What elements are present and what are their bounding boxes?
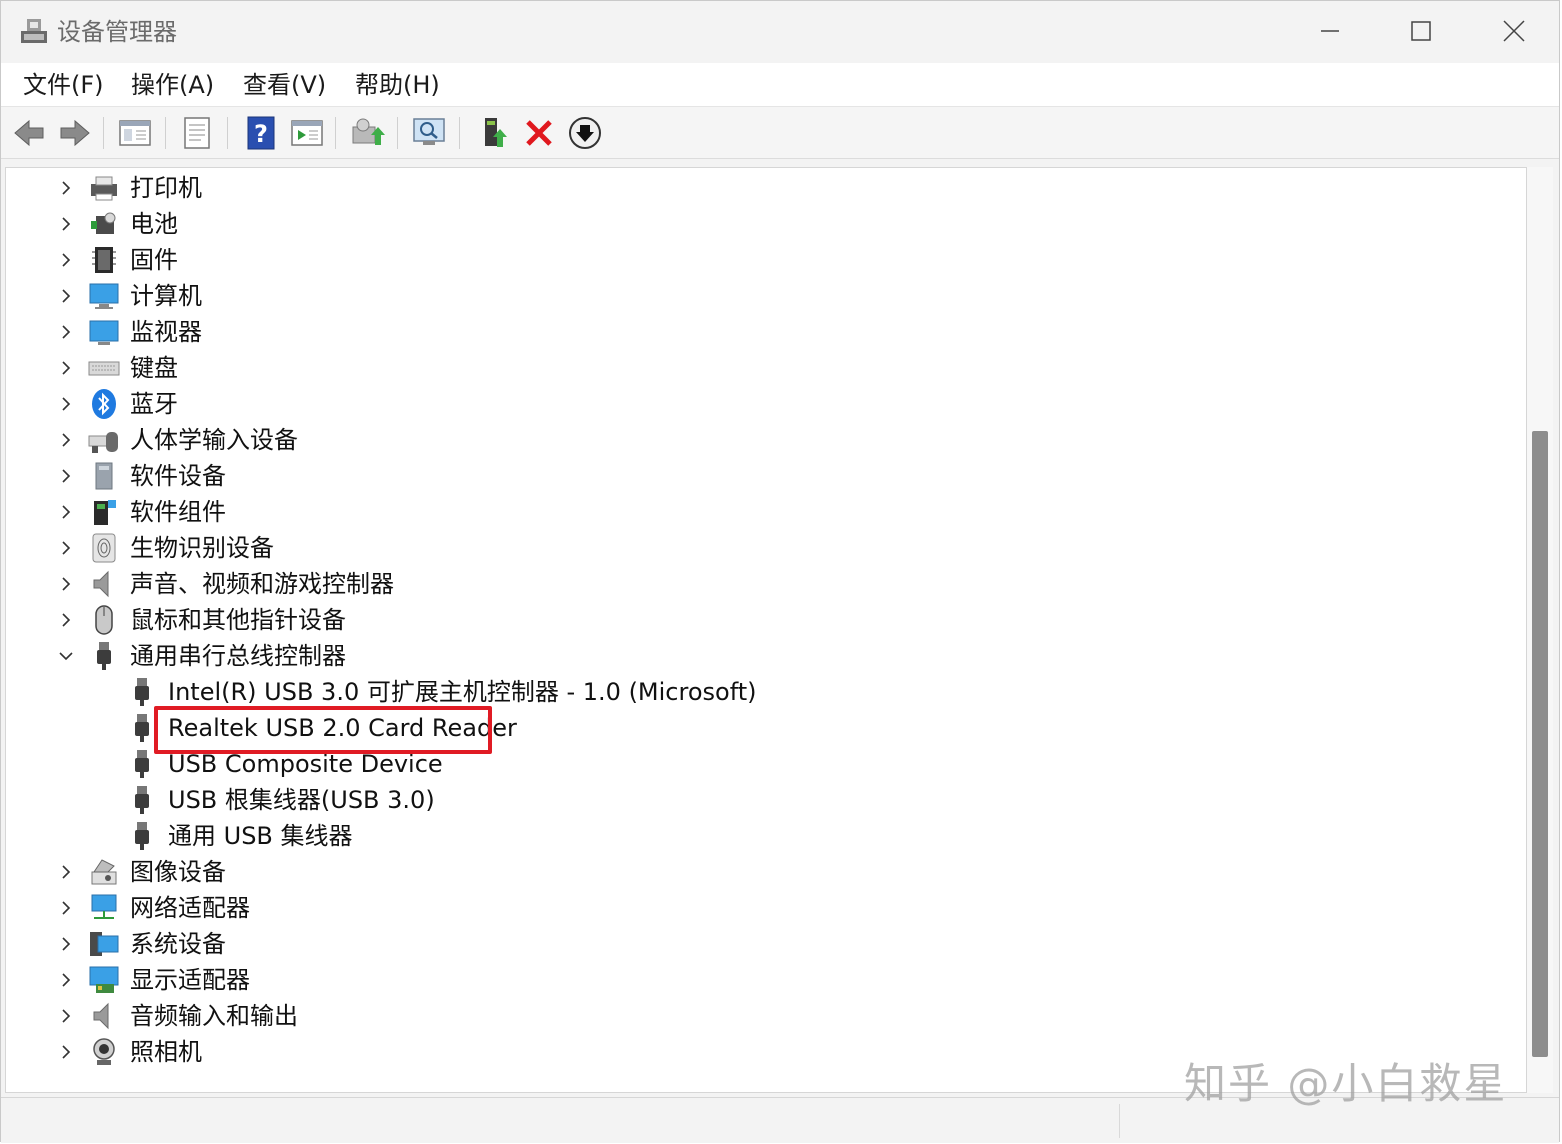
usb-icon — [97, 642, 111, 670]
forward-icon[interactable] — [57, 115, 93, 151]
hid-icon — [88, 432, 118, 453]
scan-hardware-icon[interactable] — [411, 115, 447, 151]
chevron-down-icon[interactable] — [58, 648, 74, 664]
audio-io-icon — [93, 1002, 109, 1030]
device-manager-icon — [21, 19, 47, 43]
chevron-right-icon[interactable] — [58, 288, 74, 304]
chevron-right-icon[interactable] — [58, 864, 74, 880]
enable-device-icon[interactable] — [477, 115, 513, 151]
speaker-icon — [93, 570, 109, 598]
tree-item-label: 声音、视频和游戏控制器 — [130, 570, 394, 598]
menu-file[interactable]: 文件(F) — [23, 67, 104, 103]
scroll-thumb[interactable] — [1532, 431, 1548, 1057]
chevron-right-icon[interactable] — [58, 936, 74, 952]
firmware-icon — [92, 247, 116, 273]
title-bar: 设备管理器 — [1, 1, 1559, 63]
chevron-right-icon[interactable] — [58, 252, 74, 268]
camera-icon — [93, 1038, 115, 1065]
tree-item-label: 软件设备 — [130, 462, 226, 490]
close-button[interactable] — [1491, 11, 1537, 51]
close-icon — [1503, 20, 1525, 42]
tree-item-label: 计算机 — [130, 282, 202, 310]
chevron-right-icon[interactable] — [58, 180, 74, 196]
chevron-right-icon[interactable] — [58, 576, 74, 592]
chevron-right-icon[interactable] — [58, 972, 74, 988]
system-device-icon — [90, 932, 119, 956]
fingerprint-icon — [92, 533, 116, 563]
monitor-icon — [89, 320, 119, 345]
display-adapter-icon — [89, 966, 119, 993]
imaging-icon — [91, 859, 117, 885]
printer-icon — [91, 176, 117, 201]
chevron-right-icon[interactable] — [58, 468, 74, 484]
usb-device-icon — [135, 678, 149, 706]
usb-device-icon — [135, 822, 149, 850]
show-hide-tree-icon[interactable] — [117, 115, 153, 151]
maximize-button[interactable] — [1398, 11, 1444, 51]
tree-item-label: 生物识别设备 — [130, 534, 274, 562]
action-pane-icon[interactable] — [289, 115, 325, 151]
battery-icon — [91, 212, 116, 234]
watermark-text: 知乎 @小白救星 — [1184, 1059, 1508, 1108]
tree-item-label: 鼠标和其他指针设备 — [130, 606, 346, 634]
chevron-right-icon[interactable] — [58, 612, 74, 628]
menu-bar: 文件(F) 操作(A) 查看(V) 帮助(H) — [1, 63, 1559, 107]
mouse-icon — [95, 605, 113, 635]
software-component-icon — [94, 500, 116, 525]
chevron-right-icon[interactable] — [58, 360, 74, 376]
software-device-icon — [95, 462, 113, 490]
tree-item-label: 监视器 — [130, 318, 202, 346]
minimize-icon — [1321, 30, 1339, 32]
tree-item-label: 电池 — [130, 210, 178, 238]
properties-icon[interactable] — [179, 115, 215, 151]
chevron-right-icon[interactable] — [58, 324, 74, 340]
usb-device-label: Intel(R) USB 3.0 可扩展主机控制器 - 1.0 (Microso… — [168, 678, 757, 706]
chevron-right-icon[interactable] — [58, 540, 74, 556]
chevron-right-icon[interactable] — [58, 216, 74, 232]
vertical-scrollbar[interactable] — [1527, 167, 1553, 1093]
usb-device-icon — [135, 786, 149, 814]
tree-item-label: 打印机 — [130, 174, 202, 202]
chevron-right-icon[interactable] — [58, 504, 74, 520]
menu-action[interactable]: 操作(A) — [131, 67, 214, 103]
back-icon[interactable] — [11, 115, 47, 151]
window-title: 设备管理器 — [57, 18, 177, 46]
tree-item-label: 人体学输入设备 — [130, 426, 298, 454]
tree-item-label: 通用串行总线控制器 — [130, 642, 346, 670]
chevron-right-icon[interactable] — [58, 1008, 74, 1024]
tree-item-label: 图像设备 — [130, 858, 226, 886]
computer-icon — [89, 283, 119, 309]
menu-view[interactable]: 查看(V) — [243, 67, 326, 103]
svg-text:?: ? — [254, 120, 268, 148]
maximize-icon — [1411, 21, 1431, 41]
usb-device-label: USB 根集线器(USB 3.0) — [168, 786, 435, 814]
tree-item-label: 固件 — [130, 246, 178, 274]
tree-item-label: 音频输入和输出 — [130, 1002, 298, 1030]
help-icon[interactable]: ? — [243, 115, 279, 151]
network-adapter-icon — [91, 894, 117, 919]
tree-item-label: 软件组件 — [130, 498, 226, 526]
chevron-right-icon[interactable] — [58, 1044, 74, 1060]
tree-item-label: 显示适配器 — [130, 966, 250, 994]
usb-device-label: 通用 USB 集线器 — [168, 822, 353, 850]
download-driver-icon[interactable] — [567, 115, 603, 151]
minimize-button[interactable] — [1307, 11, 1353, 51]
tree-item-label: 网络适配器 — [130, 894, 250, 922]
tree-item-label: 照相机 — [130, 1038, 202, 1066]
uninstall-icon[interactable] — [521, 115, 557, 151]
bluetooth-icon — [92, 389, 116, 419]
chevron-right-icon[interactable] — [58, 432, 74, 448]
tree-item-label: 键盘 — [130, 354, 178, 382]
tree-item-label: 蓝牙 — [130, 390, 178, 418]
chevron-right-icon[interactable] — [58, 396, 74, 412]
tree-item-label: 系统设备 — [130, 930, 226, 958]
menu-help[interactable]: 帮助(H) — [355, 67, 440, 103]
update-driver-icon[interactable] — [349, 115, 385, 151]
chevron-right-icon[interactable] — [58, 900, 74, 916]
toolbar: ? — [1, 107, 1559, 159]
keyboard-icon — [88, 361, 120, 376]
highlight-box — [154, 706, 492, 754]
